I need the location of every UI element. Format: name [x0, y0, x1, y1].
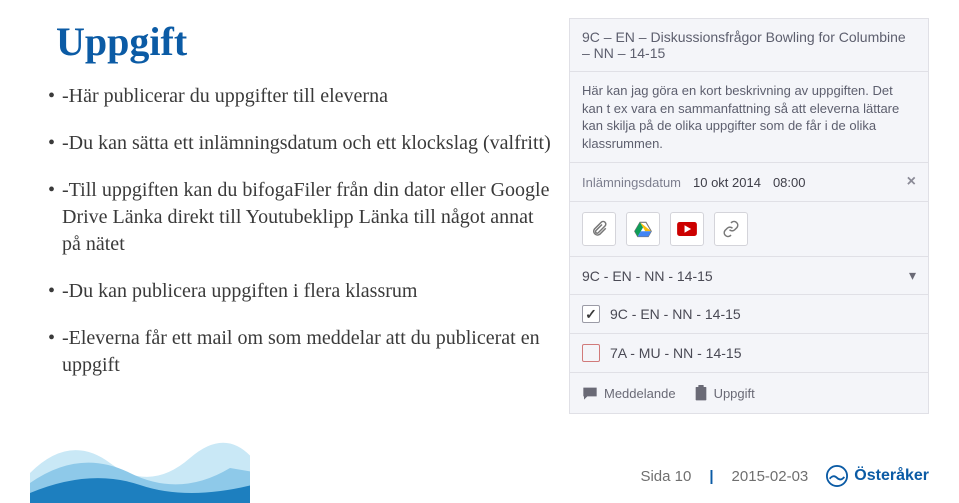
brand-name: Österåker [854, 467, 929, 485]
meddelande-button[interactable]: Meddelande [582, 386, 676, 401]
class-option-row[interactable]: 9C - EN - NN - 14-15 [570, 295, 928, 334]
wave-decoration [30, 413, 250, 503]
due-date-value[interactable]: 10 okt 2014 [693, 175, 761, 190]
assignment-panel: 9C – EN – Diskussionsfrågor Bowling for … [569, 18, 929, 414]
checkbox-checked[interactable] [582, 305, 600, 323]
bullet-text: -Till uppgiften kan du bifogaFiler från … [62, 179, 550, 255]
class-option-label: 9C - EN - NN - 14-15 [610, 306, 741, 322]
bullet-text: -Du kan sätta ett inlämningsdatum och et… [62, 132, 551, 154]
attachment-icons-row [570, 202, 928, 257]
uppgift-label: Uppgift [714, 386, 755, 401]
drive-icon [634, 220, 652, 238]
drive-button[interactable] [626, 212, 660, 246]
paperclip-icon [590, 220, 608, 238]
bullet-item: -Eleverna får ett mail om som meddelar a… [48, 325, 551, 379]
due-date-row: Inlämningsdatum 10 okt 2014 08:00 × [570, 163, 928, 202]
slide-footer: Sida 10 | 2015-02-03 Österåker [640, 465, 929, 487]
link-icon [722, 220, 740, 238]
link-button[interactable] [714, 212, 748, 246]
clipboard-icon [694, 385, 708, 401]
due-date-label: Inlämningsdatum [582, 175, 681, 190]
footer-separator: | [709, 468, 713, 485]
due-time-value[interactable]: 08:00 [773, 175, 806, 190]
panel-footer: Meddelande Uppgift [570, 373, 928, 413]
clear-date-button[interactable]: × [907, 173, 916, 191]
youtube-icon [677, 222, 697, 236]
bullet-text: -Du kan publicera uppgiften i flera klas… [62, 280, 417, 302]
bullet-item: -Här publicerar du uppgifter till elever… [48, 83, 551, 110]
panel-header-text: 9C – EN – Diskussionsfrågor Bowling for … [582, 29, 916, 61]
wave-icon [30, 413, 250, 503]
meddelande-label: Meddelande [604, 386, 676, 401]
class-dropdown-label: 9C - EN - NN - 14-15 [582, 268, 713, 284]
bullet-item: -Du kan sätta ett inlämningsdatum och et… [48, 130, 551, 157]
footer-page-num: 10 [675, 468, 692, 485]
class-option-label: 7A - MU - NN - 14-15 [610, 345, 741, 361]
footer-date: 2015-02-03 [732, 468, 809, 485]
bullet-list: -Här publicerar du uppgifter till elever… [48, 83, 551, 379]
bullet-item: -Du kan publicera uppgiften i flera klas… [48, 278, 551, 305]
class-option-row[interactable]: 7A - MU - NN - 14-15 [570, 334, 928, 373]
chevron-down-icon: ▾ [909, 267, 916, 284]
attach-file-button[interactable] [582, 212, 616, 246]
bullet-item: -Till uppgiften kan du bifogaFiler från … [48, 177, 551, 258]
page-title: Uppgift [48, 18, 551, 65]
bullet-text: -Eleverna får ett mail om som meddelar a… [62, 327, 540, 376]
checkbox-unchecked[interactable] [582, 344, 600, 362]
footer-page: Sida 10 [640, 468, 691, 485]
panel-header: 9C – EN – Diskussionsfrågor Bowling for … [570, 19, 928, 72]
bullet-text: -Här publicerar du uppgifter till elever… [62, 85, 388, 107]
footer-page-label: Sida [640, 468, 670, 485]
message-icon [582, 386, 598, 400]
panel-description-text: Här kan jag göra en kort beskrivning av … [582, 82, 916, 152]
panel-description: Här kan jag göra en kort beskrivning av … [570, 72, 928, 163]
slide: Uppgift -Här publicerar du uppgifter til… [0, 0, 959, 503]
uppgift-button[interactable]: Uppgift [694, 385, 755, 401]
brand-mark-icon [826, 465, 848, 487]
class-dropdown[interactable]: 9C - EN - NN - 14-15 ▾ [570, 257, 928, 295]
brand-logo: Österåker [826, 465, 929, 487]
youtube-button[interactable] [670, 212, 704, 246]
content-row: Uppgift -Här publicerar du uppgifter til… [48, 18, 929, 414]
left-column: Uppgift -Här publicerar du uppgifter til… [48, 18, 551, 414]
